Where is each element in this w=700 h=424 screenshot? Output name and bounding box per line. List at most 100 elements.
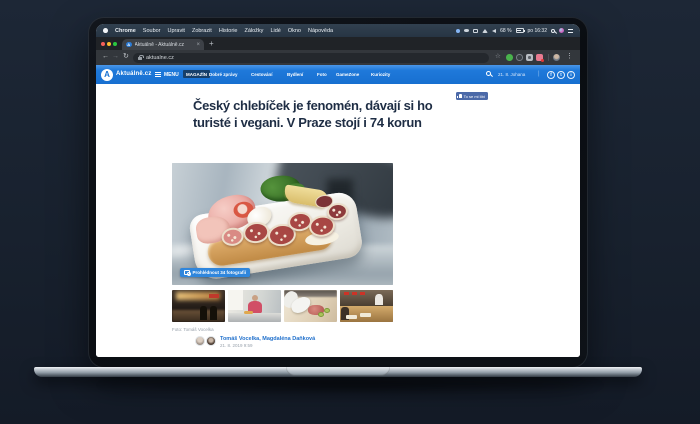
thumb-figure	[375, 294, 383, 305]
site-brand[interactable]: Aktuálně.cz	[116, 71, 152, 77]
header-divider: |	[538, 71, 540, 77]
extension-icon-2[interactable]	[516, 54, 523, 61]
toolbar-divider	[548, 54, 549, 61]
thumb-figure	[200, 306, 207, 320]
photo-credit: Foto: Tomáš Vocelka	[172, 327, 214, 332]
article-photo[interactable]: Prohlédnout 34 fotografií	[172, 163, 393, 285]
reload-button[interactable]: ↻	[123, 53, 129, 60]
address-bar[interactable]: aktualne.cz	[133, 53, 489, 63]
nav-foto[interactable]: Foto	[317, 72, 327, 77]
laptop-lid-notch	[286, 367, 390, 376]
laptop-shadow	[90, 379, 610, 395]
thumbs-up-icon	[459, 94, 462, 98]
browser-menu-icon[interactable]: ⋮	[566, 53, 573, 60]
nav-kuriozity[interactable]: Kuriozity	[371, 72, 390, 77]
gallery-thumbnail-2[interactable]	[228, 290, 281, 322]
thumb-counter	[228, 313, 281, 322]
chevron-icon: ›	[201, 71, 203, 77]
macos-menubar: Chrome Soubor Upravit Zobrazit Historie …	[96, 24, 580, 37]
laptop-display: Chrome Soubor Upravit Zobrazit Historie …	[96, 24, 580, 357]
nav-bydleni[interactable]: Bydlení	[287, 72, 303, 77]
nav-gamezone[interactable]: GameZone	[336, 72, 359, 77]
instagram-icon[interactable]: i	[567, 71, 575, 79]
hamburger-icon[interactable]	[155, 72, 161, 77]
thumb-tray	[360, 313, 371, 317]
nav-dobre-zpravy[interactable]: Dobré zprávy	[209, 72, 238, 77]
user-status-icon[interactable]	[456, 29, 460, 33]
gallery-button[interactable]: Prohlédnout 34 fotografií	[180, 268, 250, 277]
battery-icon	[516, 28, 524, 33]
menubar-clock[interactable]: po 16:32	[528, 28, 547, 34]
notification-center-icon[interactable]	[568, 29, 573, 33]
nameday-text: 21. 8. Johana	[498, 72, 525, 77]
bookmark-star-icon[interactable]: ☆	[495, 54, 501, 61]
thumb-tray	[346, 315, 357, 319]
menubar-item-historie[interactable]: Historie	[219, 28, 238, 34]
extension-icon-4[interactable]	[536, 54, 543, 61]
menu-button[interactable]: MENU	[164, 72, 179, 78]
site-logo[interactable]: A	[101, 69, 113, 81]
extension-icon-1[interactable]	[506, 54, 513, 61]
article-headline: Český chlebíček je fenomén, dávají si ho…	[193, 98, 432, 131]
thumb-counter	[172, 310, 225, 322]
close-window-button[interactable]	[101, 42, 105, 46]
headline-line-2: turisté i vegani. V Praze stojí i 74 kor…	[193, 115, 432, 132]
menubar-item-zalozky[interactable]: Záložky	[244, 28, 263, 34]
like-label: To se mi líbí	[464, 94, 485, 99]
gallery-button-label: Prohlédnout 34 fotografií	[193, 270, 247, 275]
eye-status-icon[interactable]	[464, 29, 469, 33]
extension-icon-3[interactable]	[526, 54, 533, 61]
thumb-price-tag	[360, 292, 365, 296]
thumb-food	[244, 311, 253, 314]
browser-tab[interactable]: A Aktuálně - Aktuálně.cz ×	[122, 39, 204, 50]
thumb-sign	[209, 294, 219, 298]
site-search-icon[interactable]	[486, 71, 491, 76]
author-names[interactable]: Tomáš Vocelka, Magdaléna Daňková	[220, 336, 315, 342]
author-avatar-2[interactable]	[206, 336, 216, 346]
author-avatar-1[interactable]	[195, 336, 205, 346]
publish-date: 21. 8. 2019 9:59	[220, 343, 253, 348]
menubar-item-okno[interactable]: Okno	[288, 28, 301, 34]
facebook-like-button[interactable]: To se mi líbí	[456, 92, 488, 100]
url-text: aktualne.cz	[146, 55, 174, 61]
apple-icon[interactable]	[103, 28, 108, 33]
display-status-icon[interactable]	[473, 29, 478, 33]
menubar-item-lide[interactable]: Lidé	[270, 28, 280, 34]
zoom-window-button[interactable]	[113, 42, 117, 46]
desktop-background: Chrome Soubor Upravit Zobrazit Historie …	[0, 0, 700, 424]
gallery-thumbnail-3[interactable]	[284, 290, 337, 322]
gallery-thumbnail-4[interactable]	[340, 290, 393, 322]
gallery-thumbnail-1[interactable]	[172, 290, 225, 322]
battery-percent: 68 %	[500, 28, 511, 34]
profile-avatar[interactable]	[553, 54, 560, 61]
minimize-window-button[interactable]	[107, 42, 111, 46]
thumb-figure	[210, 306, 217, 320]
page-viewport: A Aktuálně.cz MENU MAGAZÍN › Dobré zpráv…	[96, 65, 580, 357]
new-tab-button[interactable]: +	[209, 39, 214, 48]
menubar-item-zobrazit[interactable]: Zobrazit	[192, 28, 212, 34]
menubar-item-napoveda[interactable]: Nápověda	[308, 28, 333, 34]
spotlight-search-icon[interactable]	[551, 29, 555, 33]
section-magazin[interactable]: MAGAZÍN	[183, 70, 210, 78]
camera-icon	[184, 270, 190, 275]
volume-icon[interactable]	[492, 29, 496, 33]
thumb-cucumber	[324, 308, 330, 313]
laptop-base	[34, 367, 642, 377]
menubar-item-chrome[interactable]: Chrome	[115, 28, 136, 34]
facebook-icon[interactable]: f	[547, 71, 555, 79]
twitter-icon[interactable]: t	[557, 71, 565, 79]
nav-cestovani[interactable]: Cestování	[251, 72, 273, 77]
forward-button[interactable]: →	[112, 53, 119, 60]
site-header: A Aktuálně.cz MENU MAGAZÍN › Dobré zpráv…	[96, 65, 580, 84]
https-lock-icon[interactable]	[138, 57, 142, 60]
browser-toolbar: ← → ↻ aktualne.cz ☆ ⋮	[96, 50, 580, 65]
tab-close-icon[interactable]: ×	[196, 42, 200, 48]
thumb-cucumber	[318, 312, 324, 317]
menubar-item-soubor[interactable]: Soubor	[143, 28, 161, 34]
thumb-price-tag	[344, 292, 349, 296]
article-content: To se mi líbí Český chlebíček je fenomén…	[96, 84, 580, 357]
siri-icon[interactable]	[559, 28, 564, 33]
back-button[interactable]: ←	[102, 53, 109, 60]
menubar-item-upravit[interactable]: Upravit	[168, 28, 185, 34]
wifi-icon[interactable]	[482, 29, 488, 33]
